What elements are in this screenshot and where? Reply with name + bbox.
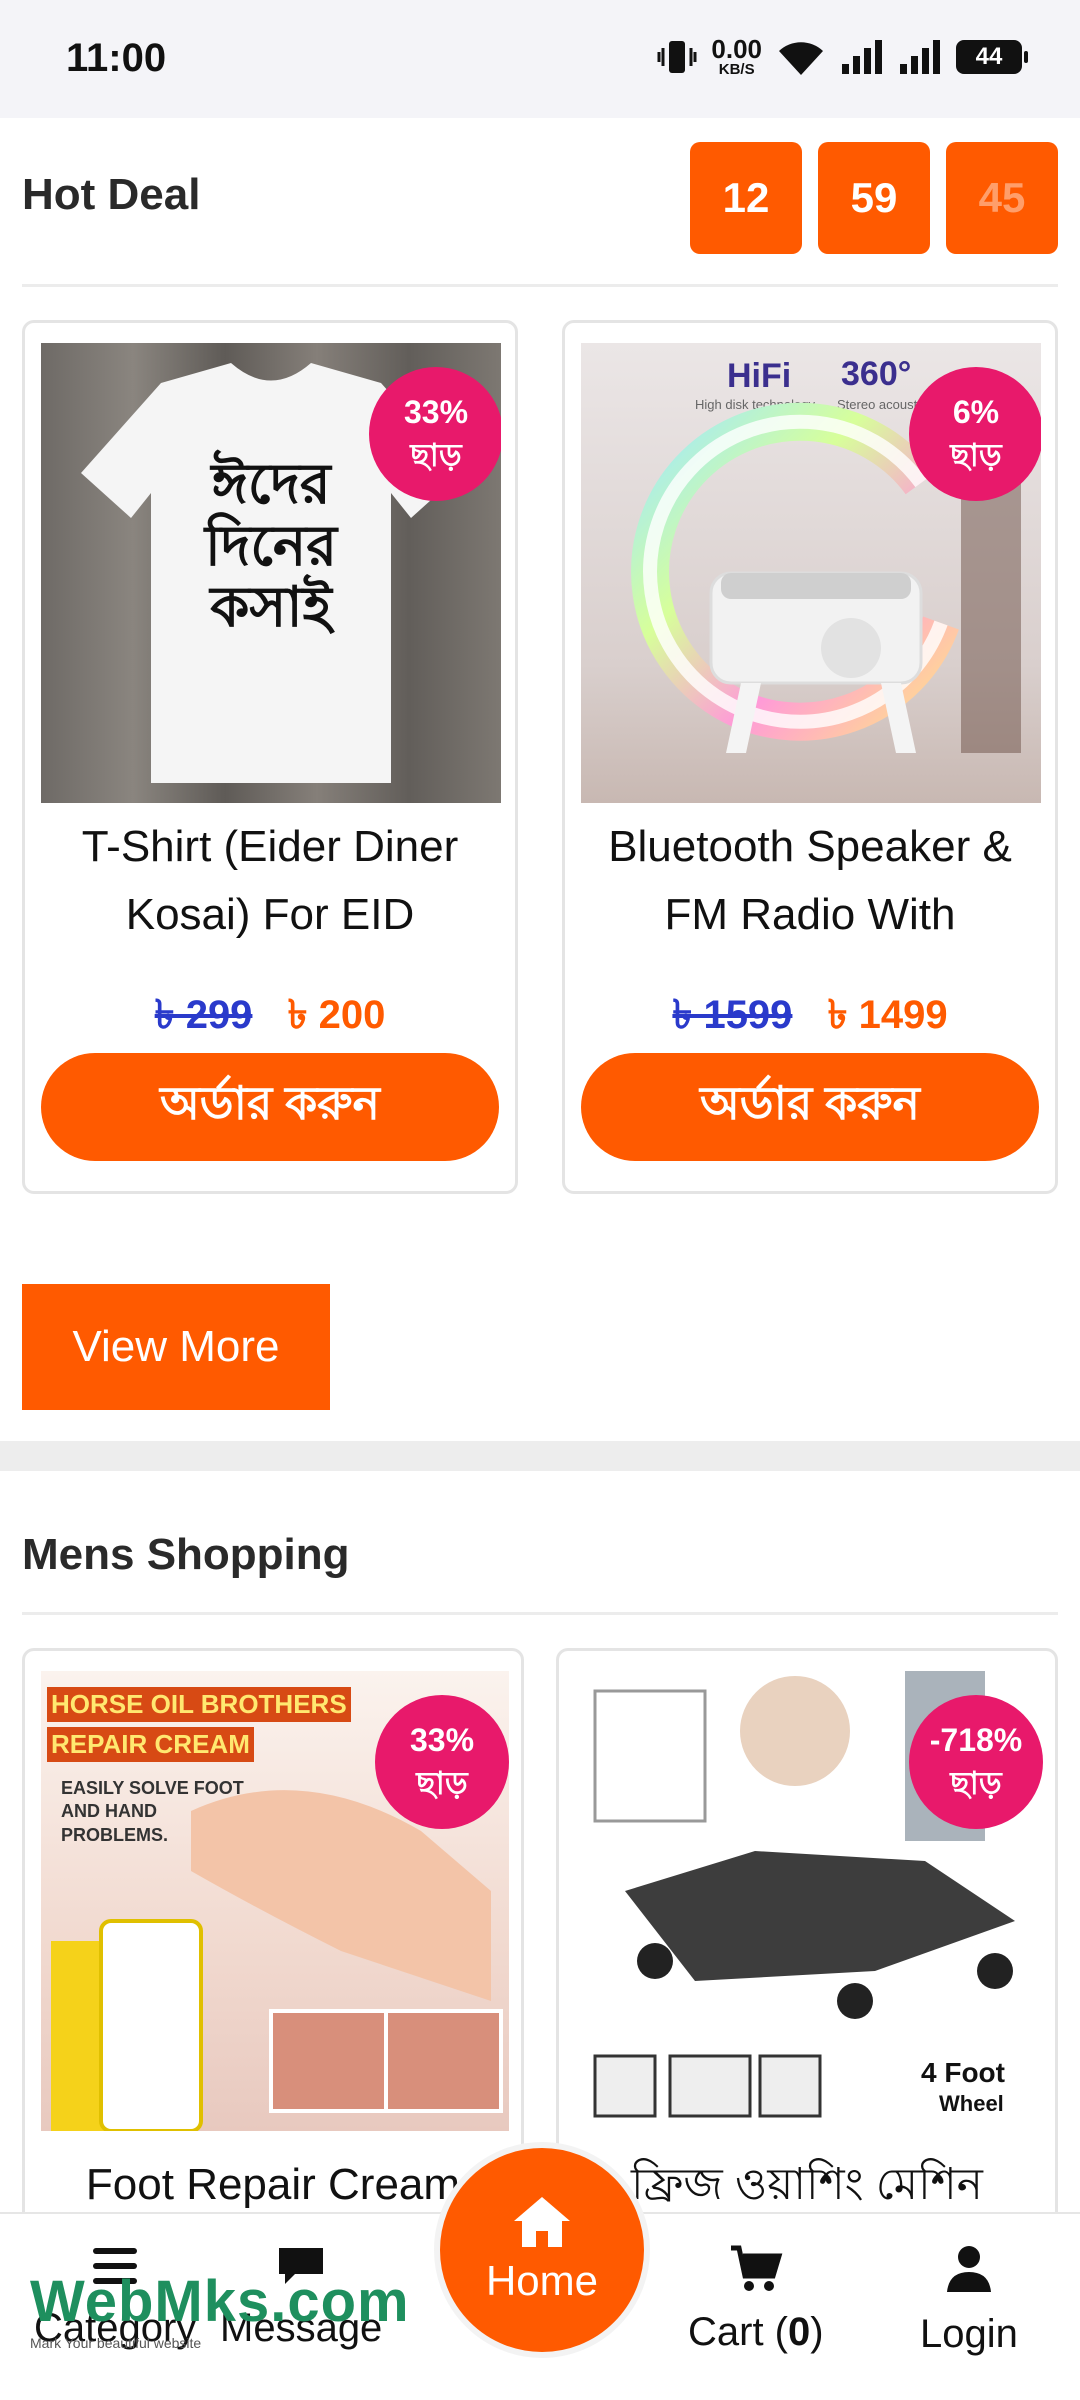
product-card-tshirt[interactable]: ঈদের দিনের কসাই 33% ছাড় T-Shirt (Eider … (22, 320, 518, 1194)
cart-label-close: ) (810, 2310, 824, 2354)
product-card-foot-cream[interactable]: HORSE OIL BROTHERS REPAIR CREAM EASILY S… (22, 1648, 524, 2268)
home-button[interactable]: Home (434, 2142, 650, 2358)
home-label: Home (485, 2257, 599, 2304)
timer-hours: 12 (690, 142, 802, 254)
status-time: 11:00 (66, 36, 167, 80)
user-icon (946, 2246, 991, 2292)
product-prices: ৳ 1599 ৳ 1499 (565, 983, 1055, 1050)
product-name[interactable]: ফ্রিজ ওয়াশিং মেশিন (579, 2151, 1035, 2219)
old-price: ৳ 1599 (672, 993, 793, 1037)
badge-label: ছাড় (416, 1765, 468, 1801)
product-name[interactable]: Bluetooth Speaker & FM Radio With (585, 813, 1035, 949)
product-prices: ৳ 299 ৳ 200 (25, 983, 515, 1050)
badge-label: ছাড় (410, 437, 462, 473)
timer-seconds: 45 (946, 142, 1058, 254)
discount-badge: -718% ছাড় (909, 1695, 1043, 1829)
badge-percent: 6% (952, 393, 1000, 430)
speed-unit: KB/S (718, 61, 755, 78)
signal-icon (842, 39, 882, 74)
cart-label-text: Cart ( (688, 2310, 788, 2354)
watermark-logo: WebMks.com Mark Your beautiful website (30, 2268, 410, 2351)
nav-login[interactable]: Login (920, 2244, 1018, 2357)
home-icon (514, 2197, 570, 2247)
section-separator (0, 1441, 1080, 1471)
battery-icon: 44 (956, 39, 1028, 74)
badge-percent: 33% (403, 393, 469, 430)
timer-minutes: 59 (818, 142, 930, 254)
product-image-fridge-stand[interactable]: 4 Foot Wheel -718% ছাড় (575, 1671, 1043, 2131)
nav-cart[interactable]: Cart (0) (688, 2244, 824, 2355)
badge-label: ছাড় (950, 1765, 1002, 1801)
old-price: ৳ 299 (154, 993, 253, 1037)
product-image-tshirt[interactable]: ঈদের দিনের কসাই 33% ছাড় (41, 343, 501, 803)
badge-percent: 33% (409, 1721, 475, 1758)
badge-percent: -718% (929, 1721, 1023, 1758)
discount-badge: 6% ছাড় (909, 367, 1041, 501)
product-name-line1: Bluetooth Speaker & (608, 822, 1012, 871)
nav-login-label: Login (920, 2312, 1018, 2356)
speed-value: 0.00 (711, 34, 762, 64)
nav-cart-label: Cart (0) (688, 2310, 824, 2355)
network-speed: 0.00 KB/S (711, 36, 762, 77)
product-image-foot-cream[interactable]: HORSE OIL BROTHERS REPAIR CREAM EASILY S… (41, 1671, 509, 2131)
section-divider (22, 284, 1058, 287)
vibrate-icon (657, 40, 697, 73)
wifi-icon (779, 41, 823, 75)
product-name[interactable]: Foot Repair Cream (45, 2151, 501, 2219)
product-name[interactable]: T-Shirt (Eider Diner Kosai) For EID (45, 813, 495, 949)
product-name-line1: T-Shirt (Eider Diner (81, 822, 459, 871)
wheel-text-2: Wheel (939, 2091, 1004, 2116)
wheel-text-1: 4 Foot (921, 2057, 1005, 2088)
watermark-tagline: Mark Your beautiful website (30, 2335, 202, 2351)
tshirt-print-text: ঈদের দিনের কসাই (204, 452, 338, 639)
mens-shopping-title: Mens Shopping (22, 1530, 350, 1579)
product-name-line2: FM Radio With (664, 890, 956, 939)
product-image-speaker[interactable]: HiFi 360° High disk technology Stereo ac… (581, 343, 1041, 803)
product-name-line2: Kosai) For EID (125, 890, 415, 939)
countdown-timer: 12 59 45 (690, 142, 1058, 254)
badge-label: ছাড় (950, 437, 1002, 473)
section-divider (22, 1612, 1058, 1615)
new-price: ৳ 1499 (827, 993, 948, 1037)
cart-count: 0 (788, 2310, 811, 2354)
discount-badge: 33% ছাড় (375, 1695, 509, 1829)
new-price: ৳ 200 (287, 993, 386, 1037)
discount-badge: 33% ছাড় (369, 367, 501, 501)
hot-deal-title: Hot Deal (22, 170, 201, 219)
product-card-speaker[interactable]: HiFi 360° High disk technology Stereo ac… (562, 320, 1058, 1194)
status-bar: 11:00 0.00 KB/S 44 (0, 0, 1080, 118)
order-button[interactable]: অর্ডার করুন (581, 1053, 1039, 1161)
status-icons: 0.00 KB/S 44 (657, 36, 1028, 77)
watermark-brand: WebMks.com (30, 2269, 410, 2334)
cart-icon (730, 2245, 783, 2291)
view-more-button[interactable]: View More (22, 1284, 330, 1410)
order-button[interactable]: অর্ডার করুন (41, 1053, 499, 1161)
product-card-fridge-stand[interactable]: 4 Foot Wheel -718% ছাড় ফ্রিজ ওয়াশিং মে… (556, 1648, 1058, 2268)
signal-icon-2 (900, 39, 940, 74)
